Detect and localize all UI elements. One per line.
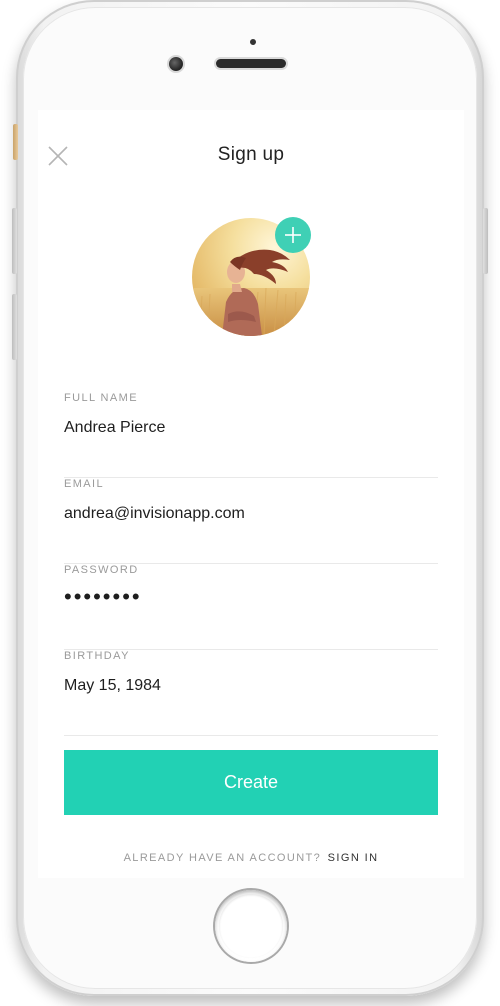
birthday-label: BIRTHDAY <box>64 650 130 662</box>
home-button[interactable] <box>215 890 287 962</box>
signup-screen: Sign up FULL NAME Andrea Pierce EMAIL an… <box>38 110 464 878</box>
volume-up-button <box>12 208 17 274</box>
sign-in-link[interactable]: SIGN IN <box>328 852 379 864</box>
email-field: EMAIL andrea@invisionapp.com <box>64 478 438 564</box>
earpiece-speaker <box>216 59 286 68</box>
email-input[interactable]: andrea@invisionapp.com <box>64 505 434 523</box>
password-label: PASSWORD <box>64 564 139 576</box>
sign-in-prompt: ALREADY HAVE AN ACCOUNT? <box>123 852 322 864</box>
full-name-label: FULL NAME <box>64 392 138 404</box>
password-input[interactable]: •••••••• <box>64 584 434 610</box>
power-button <box>483 208 488 274</box>
proximity-sensor <box>250 39 256 45</box>
birthday-field: BIRTHDAY May 15, 1984 <box>64 650 438 736</box>
password-field: PASSWORD •••••••• <box>64 564 438 650</box>
email-label: EMAIL <box>64 478 105 490</box>
create-button[interactable]: Create <box>64 750 438 815</box>
front-camera <box>169 57 183 71</box>
volume-down-button <box>12 294 17 360</box>
birthday-input[interactable]: May 15, 1984 <box>64 677 434 695</box>
mute-switch <box>13 124 18 160</box>
add-photo-button[interactable] <box>275 217 311 253</box>
full-name-input[interactable]: Andrea Pierce <box>64 419 434 437</box>
sign-in-prompt-row: ALREADY HAVE AN ACCOUNT? SIGN IN <box>38 852 464 864</box>
home-button-face <box>219 894 283 958</box>
plus-icon <box>285 227 301 243</box>
full-name-field: FULL NAME Andrea Pierce <box>64 392 438 478</box>
page-title: Sign up <box>217 144 285 165</box>
